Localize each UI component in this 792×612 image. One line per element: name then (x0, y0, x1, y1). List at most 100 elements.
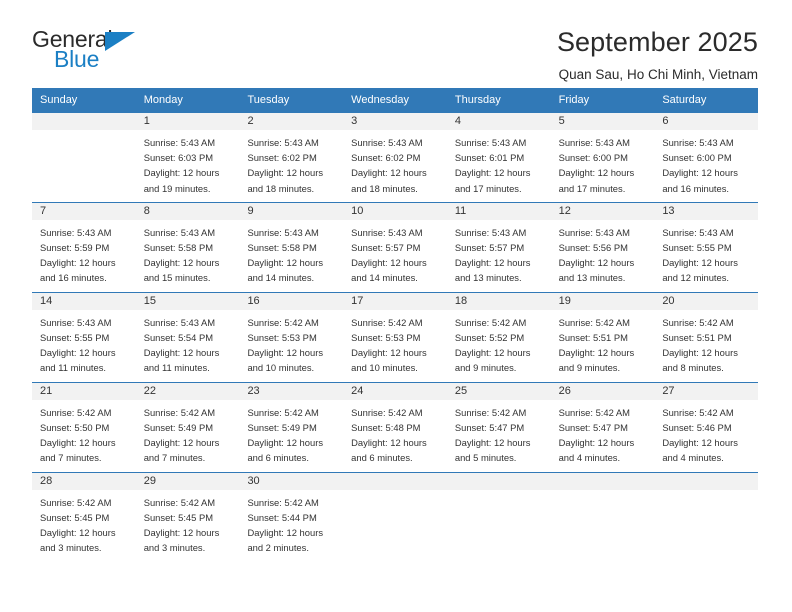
day-cell[interactable]: 24 Sunrise: 5:42 AM Sunset: 5:48 PM Dayligh… (343, 382, 447, 472)
day-cell[interactable]: 16 Sunrise: 5:42 AM Sunset: 5:53 PM Dayligh… (239, 292, 344, 382)
day-cell[interactable]: 27 Sunrise: 5:42 AM Sunset: 5:46 PM Dayligh… (654, 382, 759, 472)
day-cell[interactable]: 3 Sunrise: 5:43 AM Sunset: 6:02 PM Daylight… (343, 112, 447, 202)
daylight-text-line2: and 10 minutes. (247, 362, 315, 374)
day-details: Sunrise: 5:43 AM Sunset: 6:00 PM Daylight:… (551, 130, 655, 202)
daylight-text-line2: and 8 minutes. (662, 362, 724, 374)
sunrise-text: Sunrise: 5:43 AM (40, 226, 112, 238)
day-number: 20 (654, 292, 759, 310)
day-number: 18 (446, 292, 551, 310)
daylight-text-line1: Daylight: 12 hours (558, 257, 635, 269)
daylight-text-line2: and 19 minutes. (143, 182, 211, 194)
daylight-text-line2: and 16 minutes. (40, 272, 107, 284)
day-number: 1 (135, 112, 240, 130)
day-details: Sunrise: 5:42 AM Sunset: 5:51 PM Daylight:… (654, 310, 758, 382)
day-cell[interactable]: 1 Sunrise: 5:43 AM Sunset: 6:03 PM Daylight… (135, 112, 240, 202)
daylight-text-line1: Daylight: 12 hours (247, 167, 324, 179)
sunrise-text: Sunrise: 5:42 AM (247, 316, 319, 328)
sunrise-text: Sunrise: 5:42 AM (454, 316, 527, 328)
daylight-text-line2: and 16 minutes. (662, 182, 730, 194)
sunset-text: Sunset: 5:51 PM (662, 331, 732, 343)
daylight-text-line2: and 7 minutes. (143, 452, 206, 464)
calendar-week-row: 7 Sunrise: 5:43 AM Sunset: 5:59 PM Daylight… (32, 201, 759, 292)
sunrise-text: Sunrise: 5:42 AM (143, 406, 216, 418)
day-cell[interactable]: 13 Sunrise: 5:43 AM Sunset: 5:55 PM Dayligh… (654, 202, 759, 292)
day-details: Sunrise: 5:43 AM Sunset: 5:57 PM Daylight:… (343, 220, 447, 292)
day-cell[interactable]: 7 Sunrise: 5:43 AM Sunset: 5:59 PM Daylight… (32, 202, 136, 292)
sunset-text: Sunset: 5:55 PM (662, 242, 732, 254)
day-cell[interactable]: 18 Sunrise: 5:42 AM Sunset: 5:52 PM Dayligh… (446, 292, 551, 382)
calendar-page: General Blue September 2025 Quan Sau, Ho… (0, 0, 792, 612)
day-cell[interactable]: 6 Sunrise: 5:43 AM Sunset: 6:00 PM Daylight… (654, 112, 759, 202)
day-number: 24 (343, 382, 447, 400)
daylight-text-line1: Daylight: 12 hours (454, 347, 531, 359)
day-cell[interactable]: 12 Sunrise: 5:43 AM Sunset: 5:56 PM Dayligh… (550, 202, 655, 292)
day-cell[interactable]: 20 Sunrise: 5:42 AM Sunset: 5:51 PM Dayligh… (654, 292, 759, 382)
sunset-text: Sunset: 5:59 PM (40, 242, 110, 254)
day-number: 22 (135, 382, 240, 400)
daylight-text-line1: Daylight: 12 hours (143, 347, 220, 359)
day-number: 25 (446, 382, 551, 400)
day-details: Sunrise: 5:43 AM Sunset: 6:00 PM Daylight:… (654, 130, 758, 202)
daylight-text-line1: Daylight: 12 hours (143, 437, 220, 449)
day-cell[interactable]: 17 Sunrise: 5:42 AM Sunset: 5:53 PM Dayligh… (343, 292, 447, 382)
day-cell[interactable]: 21 Sunrise: 5:42 AM Sunset: 5:50 PM Dayligh… (32, 382, 136, 472)
day-cell[interactable]: 23 Sunrise: 5:42 AM Sunset: 5:49 PM Dayligh… (239, 382, 344, 472)
sunrise-text: Sunrise: 5:43 AM (143, 316, 216, 328)
day-details: Sunrise: 5:42 AM Sunset: 5:44 PM Daylight:… (239, 490, 343, 562)
day-number: 11 (446, 202, 551, 220)
sunset-text: Sunset: 5:51 PM (558, 331, 628, 343)
day-number (446, 472, 551, 490)
day-cell[interactable]: 14 Sunrise: 5:43 AM Sunset: 5:55 PM Dayligh… (32, 292, 136, 382)
daylight-text-line1: Daylight: 12 hours (143, 167, 220, 179)
daylight-text-line2: and 4 minutes. (558, 452, 621, 464)
day-details: Sunrise: 5:43 AM Sunset: 6:03 PM Daylight:… (136, 130, 240, 202)
day-cell[interactable]: 29 Sunrise: 5:42 AM Sunset: 5:45 PM Dayligh… (135, 472, 240, 562)
day-cell[interactable]: 4 Sunrise: 5:43 AM Sunset: 6:01 PM Daylight… (446, 112, 551, 202)
day-cell-empty (32, 112, 136, 202)
day-cell[interactable]: 26 Sunrise: 5:42 AM Sunset: 5:47 PM Dayligh… (550, 382, 655, 472)
daylight-text-line2: and 3 minutes. (40, 542, 102, 554)
day-details: Sunrise: 5:42 AM Sunset: 5:45 PM Daylight:… (32, 490, 136, 562)
day-cell[interactable]: 30 Sunrise: 5:42 AM Sunset: 5:44 PM Dayligh… (239, 472, 344, 562)
day-details: Sunrise: 5:43 AM Sunset: 5:55 PM Daylight:… (654, 220, 758, 292)
day-cell[interactable]: 11 Sunrise: 5:43 AM Sunset: 5:57 PM Dayligh… (446, 202, 551, 292)
sunset-text: Sunset: 5:44 PM (247, 511, 317, 523)
sunset-text: Sunset: 5:55 PM (40, 331, 110, 343)
sunrise-text: Sunrise: 5:42 AM (662, 406, 734, 418)
day-cell[interactable]: 8 Sunrise: 5:43 AM Sunset: 5:58 PM Daylight… (135, 202, 240, 292)
day-details: Sunrise: 5:43 AM Sunset: 5:57 PM Daylight:… (447, 220, 551, 292)
daylight-text-line1: Daylight: 12 hours (558, 347, 635, 359)
day-cell[interactable]: 22 Sunrise: 5:42 AM Sunset: 5:49 PM Dayligh… (135, 382, 240, 472)
day-details: Sunrise: 5:43 AM Sunset: 6:01 PM Daylight:… (447, 130, 551, 202)
brand-logo[interactable]: General Blue (32, 28, 142, 74)
day-number: 17 (343, 292, 447, 310)
daylight-text-line1: Daylight: 12 hours (247, 257, 324, 269)
daylight-text-line1: Daylight: 12 hours (247, 437, 324, 449)
day-details: Sunrise: 5:42 AM Sunset: 5:49 PM Daylight:… (136, 400, 240, 472)
sunrise-text: Sunrise: 5:43 AM (454, 136, 527, 148)
day-details: Sunrise: 5:43 AM Sunset: 5:58 PM Daylight:… (239, 220, 343, 292)
sunset-text: Sunset: 6:02 PM (247, 152, 317, 164)
daylight-text-line2: and 4 minutes. (662, 452, 724, 464)
day-cell[interactable]: 25 Sunrise: 5:42 AM Sunset: 5:47 PM Dayligh… (446, 382, 551, 472)
day-number: 5 (550, 112, 655, 130)
day-details: Sunrise: 5:42 AM Sunset: 5:49 PM Daylight:… (239, 400, 343, 472)
day-cell[interactable]: 28 Sunrise: 5:42 AM Sunset: 5:45 PM Dayligh… (32, 472, 136, 562)
day-cell[interactable]: 5 Sunrise: 5:43 AM Sunset: 6:00 PM Daylight… (550, 112, 655, 202)
sunrise-text: Sunrise: 5:43 AM (351, 136, 423, 148)
daylight-text-line1: Daylight: 12 hours (454, 167, 531, 179)
day-details: Sunrise: 5:42 AM Sunset: 5:45 PM Daylight:… (136, 490, 240, 562)
daylight-text-line2: and 12 minutes. (662, 272, 730, 284)
day-number: 6 (654, 112, 759, 130)
day-number: 16 (239, 292, 344, 310)
day-cell[interactable]: 10 Sunrise: 5:43 AM Sunset: 5:57 PM Dayligh… (343, 202, 447, 292)
day-cell[interactable]: 2 Sunrise: 5:43 AM Sunset: 6:02 PM Daylight… (239, 112, 344, 202)
day-number (550, 472, 655, 490)
day-cell[interactable]: 19 Sunrise: 5:42 AM Sunset: 5:51 PM Dayligh… (550, 292, 655, 382)
daylight-text-line1: Daylight: 12 hours (40, 527, 116, 539)
brand-name-secondary: Blue (54, 46, 100, 72)
day-cell[interactable]: 15 Sunrise: 5:43 AM Sunset: 5:54 PM Dayligh… (135, 292, 240, 382)
day-cell[interactable]: 9 Sunrise: 5:43 AM Sunset: 5:58 PM Daylight… (239, 202, 344, 292)
daylight-text-line2: and 10 minutes. (351, 362, 418, 374)
daylight-text-line1: Daylight: 12 hours (40, 347, 116, 359)
